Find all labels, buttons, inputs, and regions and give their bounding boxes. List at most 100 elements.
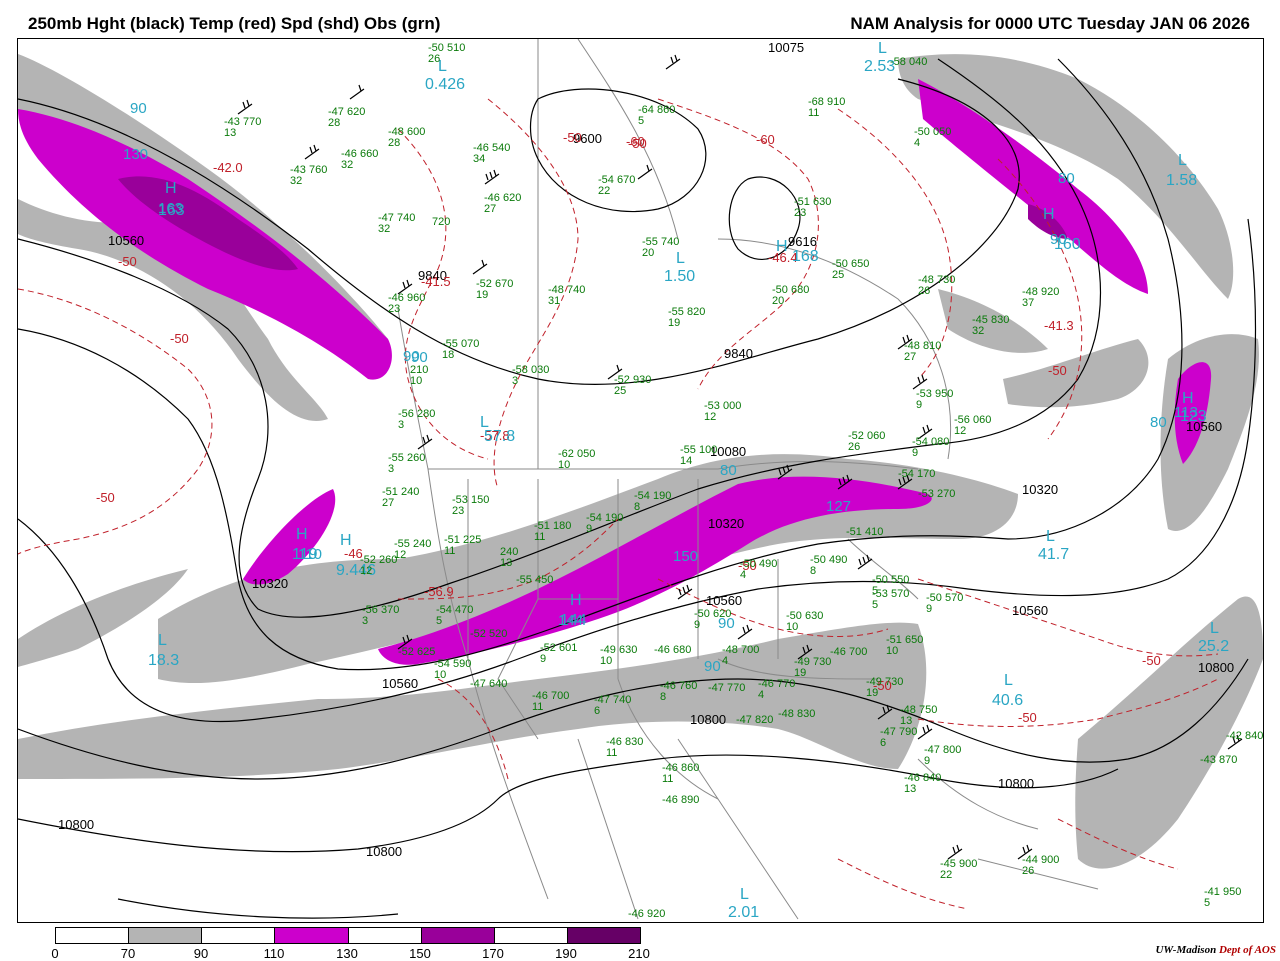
low-marker-letter: L xyxy=(878,40,887,57)
speed-label: 90 xyxy=(704,658,721,675)
high-marker-letter: H xyxy=(296,526,308,543)
temperature-label: -41.5 xyxy=(421,274,451,289)
low-marker-value: 25.2 xyxy=(1198,638,1230,655)
height-label: 10075 xyxy=(768,40,805,55)
station-obs: -47 820 xyxy=(736,714,774,726)
speed-label: 130 xyxy=(123,146,149,163)
height-label: 10320 xyxy=(252,576,289,591)
station-obs: -46 700 xyxy=(830,646,868,658)
legend-swatch xyxy=(202,928,276,943)
legend-tick: 190 xyxy=(555,946,577,961)
station-obs: -51 410 xyxy=(846,526,884,538)
high-marker-value: 163 xyxy=(158,202,185,219)
height-label: 10800 xyxy=(366,844,403,859)
legend-swatch xyxy=(129,928,203,943)
station-obs: 720 xyxy=(432,216,451,228)
legend-tick: 130 xyxy=(336,946,358,961)
station-obs: -47 740 32 xyxy=(378,212,416,235)
legend-tick: 150 xyxy=(409,946,431,961)
station-obs: -51 180 11 xyxy=(534,520,572,543)
credit-line: UW-Madison Dept of AOS xyxy=(1155,944,1276,956)
station-obs: -47 620 28 xyxy=(328,106,366,129)
credit-org: UW-Madison xyxy=(1155,944,1217,956)
legend-tick: 70 xyxy=(120,946,136,961)
station-obs: 210 10 xyxy=(410,364,429,387)
station-obs: -55 240 12 xyxy=(394,538,432,561)
temperature-label: -50 xyxy=(96,490,115,505)
station-obs: -54 470 5 xyxy=(436,604,474,627)
temperature-label: -60 xyxy=(756,132,775,147)
station-obs: -46 770 4 xyxy=(758,678,796,701)
low-marker-value: 18.3 xyxy=(148,652,180,669)
station-obs: -48 730 26 xyxy=(918,274,956,297)
legend-swatch xyxy=(275,928,349,943)
height-label: 10560 xyxy=(108,233,145,248)
station-obs: -54 080 9 xyxy=(912,436,950,459)
temperature-label: -41.3 xyxy=(1044,318,1074,333)
high-marker-letter: H xyxy=(570,592,582,609)
weather-map[interactable]: 10075 10560 9840 9600 9616 9840 10080 10… xyxy=(17,38,1264,923)
low-marker-letter: L xyxy=(1004,672,1013,689)
analysis-time-title: NAM Analysis for 0000 UTC Tuesday JAN 06… xyxy=(850,14,1250,33)
station-obs: -52 520 xyxy=(470,628,508,640)
temperature-label: -56.9 xyxy=(424,584,454,599)
station-obs: -43 770 13 xyxy=(224,116,262,139)
legend-tick: 90 xyxy=(193,946,209,961)
station-obs: -46 700 11 xyxy=(532,690,570,713)
credit-dept: Dept of AOS xyxy=(1218,944,1276,956)
station-obs: -46 760 8 xyxy=(660,680,698,703)
station-obs: -50 490 4 xyxy=(740,558,778,581)
station-obs: -50 570 9 xyxy=(926,592,964,615)
temperature-label: -50 xyxy=(1018,710,1037,725)
station-obs: -48 750 13 xyxy=(900,704,938,727)
station-obs: -53 270 xyxy=(918,488,956,500)
station-obs: -52 060 26 xyxy=(848,430,886,453)
station-obs: -46 920 xyxy=(628,908,666,920)
low-marker-letter: L xyxy=(158,632,167,649)
high-marker-letter: H xyxy=(776,238,788,255)
legend-tick: 0 xyxy=(51,946,59,961)
low-marker-letter: L xyxy=(1178,152,1187,169)
speed-label: 90 xyxy=(130,100,147,117)
station-obs: -51 650 10 xyxy=(886,634,924,657)
height-label: 10800 xyxy=(58,817,95,832)
station-obs: -50 630 10 xyxy=(786,610,824,633)
low-marker-value: 57.8 xyxy=(484,428,516,445)
temperature-label: -50 xyxy=(118,254,137,269)
temperature-label: -50 xyxy=(563,130,582,145)
map-graphics xyxy=(18,39,1263,920)
legend-swatch xyxy=(494,928,568,943)
station-obs: -47 800 9 xyxy=(924,744,962,767)
high-marker-value: 123 xyxy=(1180,408,1207,425)
station-obs: -53 000 12 xyxy=(704,400,742,423)
high-marker-value: 119 xyxy=(292,546,318,563)
station-obs: -55 260 3 xyxy=(388,452,426,475)
legend-swatch xyxy=(421,928,495,943)
legend-tick: 210 xyxy=(628,946,650,961)
station-obs: -46 540 34 xyxy=(473,142,511,165)
station-obs: -52 670 19 xyxy=(476,278,514,301)
temperature-label: -50 xyxy=(1142,653,1161,668)
station-obs: -50 050 4 xyxy=(914,126,952,149)
low-marker-letter: L xyxy=(1046,528,1055,545)
station-obs: -62 050 10 xyxy=(558,448,596,471)
high-marker-value: 160 xyxy=(1054,236,1081,253)
height-label: 9616 xyxy=(788,234,817,249)
speed-label: 127 xyxy=(826,498,852,515)
station-obs: -51 240 27 xyxy=(382,486,420,509)
station-obs: -46 680 xyxy=(654,644,692,656)
station-obs: -42 840 xyxy=(1226,730,1264,742)
height-label: 10560 xyxy=(1012,603,1049,618)
height-label: 10800 xyxy=(998,776,1035,791)
height-label: 9840 xyxy=(724,346,753,361)
temperature-label: -50 xyxy=(1048,363,1067,378)
station-obs: -46 840 13 xyxy=(904,772,942,795)
high-marker-letter: H xyxy=(165,180,177,197)
station-obs: -41 950 5 xyxy=(1204,886,1242,909)
station-obs: -56 060 12 xyxy=(954,414,992,437)
station-obs: -56 280 3 xyxy=(398,408,436,431)
station-obs: -54 670 22 xyxy=(598,174,636,197)
high-marker-value: 168 xyxy=(792,248,819,265)
height-label: 10320 xyxy=(1022,482,1059,497)
station-obs: -43 760 32 xyxy=(290,164,328,187)
